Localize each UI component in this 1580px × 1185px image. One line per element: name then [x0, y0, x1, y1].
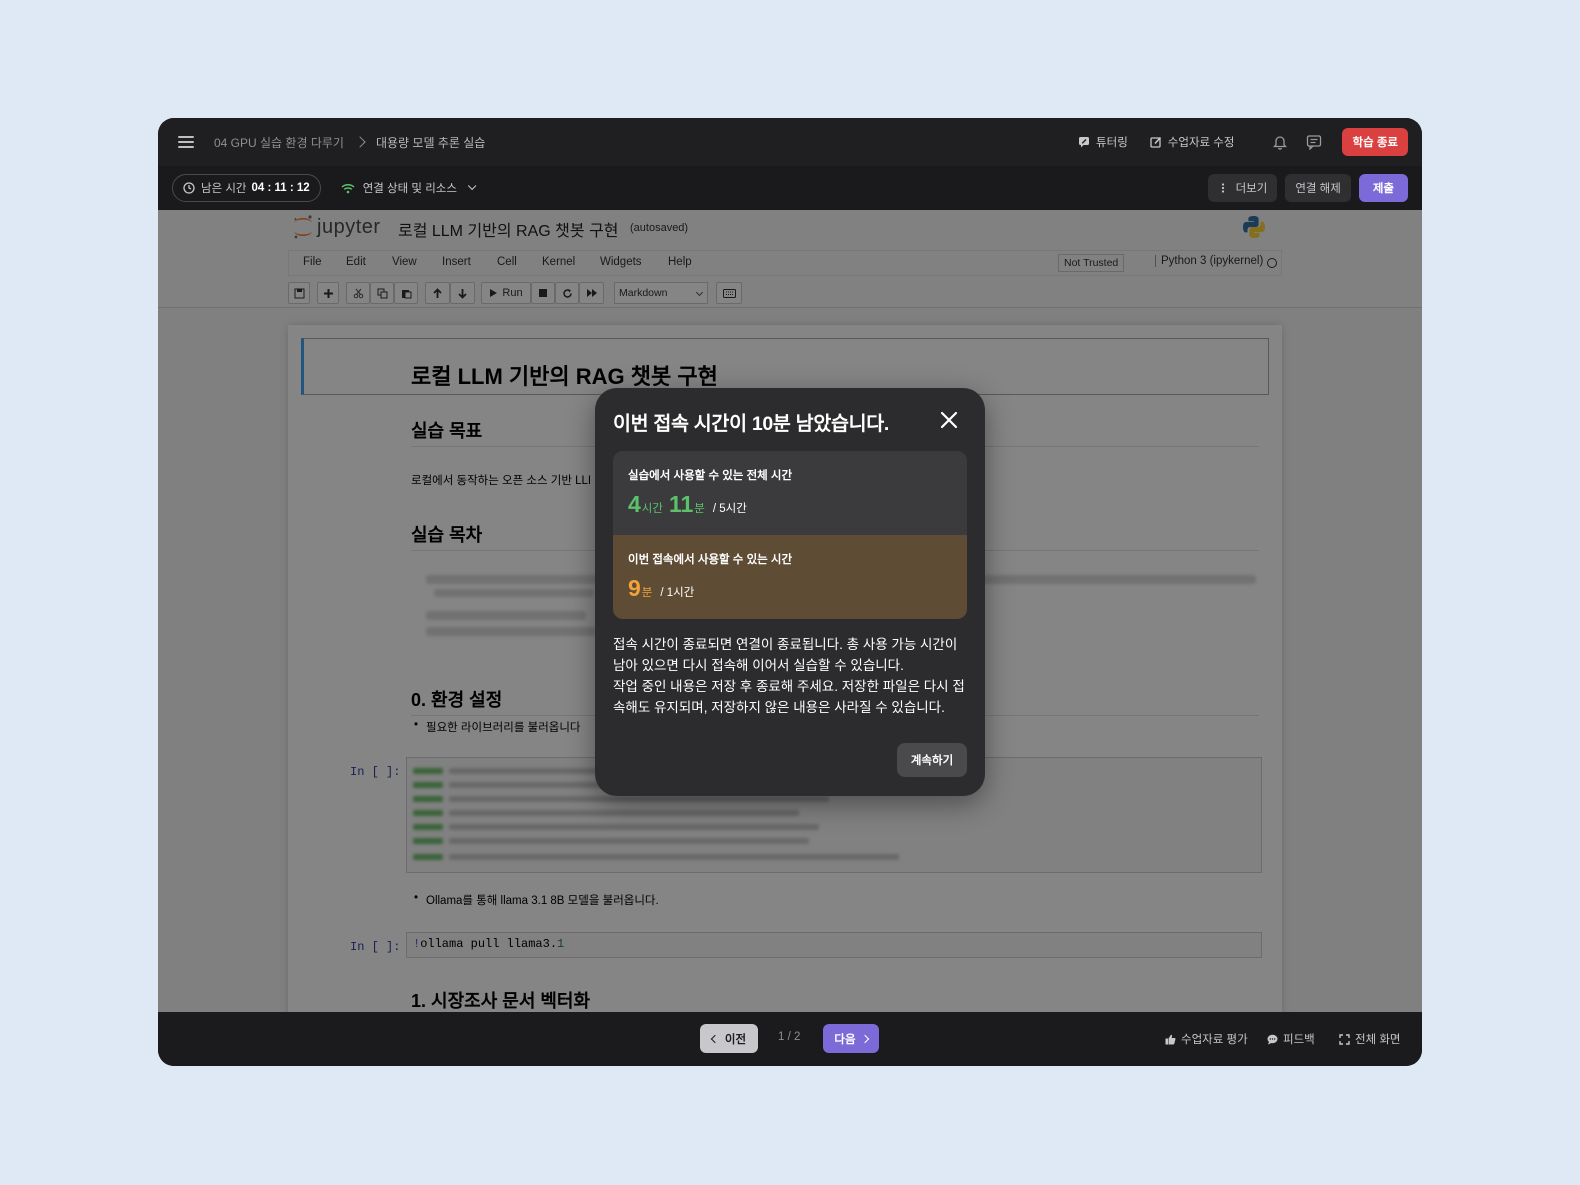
- fullscreen-icon: [1339, 1033, 1350, 1045]
- breadcrumb-lesson: 대용량 모델 추론 실습: [375, 135, 486, 150]
- more-vertical-icon: [1221, 183, 1224, 193]
- edit-material-label: 수업자료 수정: [1167, 137, 1235, 149]
- end-study-button[interactable]: 학습 종료: [1342, 128, 1408, 156]
- session-time-card: 이번 접속에서 사용할 수 있는 시간 9 분 / 1시간: [613, 535, 967, 619]
- minutes-unit: 분: [694, 503, 705, 515]
- session-time-label: 이번 접속에서 사용할 수 있는 시간: [628, 554, 793, 566]
- close-icon[interactable]: [939, 410, 959, 430]
- message-icon[interactable]: [1306, 134, 1322, 150]
- page-indicator: 1 / 2: [778, 1031, 801, 1043]
- total-time-card: 실습에서 사용할 수 있는 전체 시간 4 시간 11 분 / 5시간: [613, 451, 967, 535]
- connection-status-label: 연결 상태 및 리소스: [362, 183, 457, 195]
- session-time-value: 9 분 / 1시간: [628, 575, 694, 602]
- wifi-icon: [341, 183, 355, 193]
- disconnect-button[interactable]: 연결 해제: [1285, 174, 1351, 202]
- total-time-value: 4 시간 11 분 / 5시간: [628, 491, 747, 518]
- chat-edit-icon: [1079, 137, 1090, 148]
- bottom-bar: 이전 1 / 2 다음 수업자료 평가 피드백 전체 화면: [158, 1012, 1422, 1066]
- bell-icon[interactable]: [1272, 134, 1288, 150]
- chevron-right-icon: [860, 1034, 869, 1043]
- modal-message-2: 작업 중인 내용은 저장 후 종료해 주세요. 저장한 파일은 다시 접속해도 …: [613, 679, 965, 715]
- feedback-button[interactable]: 피드백: [1267, 1031, 1315, 1047]
- chevron-down-icon: [467, 181, 477, 191]
- breadcrumb-course[interactable]: 04 GPU 실습 환경 다루기: [214, 134, 344, 151]
- feedback-label: 피드백: [1283, 1034, 1315, 1046]
- continue-button[interactable]: 계속하기: [897, 743, 967, 777]
- fullscreen-button[interactable]: 전체 화면: [1339, 1031, 1401, 1047]
- speech-bubble-icon: [1267, 1034, 1278, 1044]
- modal-message: 접속 시간이 종료되면 연결이 종료됩니다. 총 사용 가능 시간이 남아 있으…: [613, 634, 971, 718]
- submit-button[interactable]: 제출: [1358, 174, 1408, 202]
- total-hours: 4: [628, 491, 641, 517]
- edit-icon: [1150, 136, 1161, 148]
- chevron-left-icon: [710, 1034, 720, 1043]
- hours-unit: 시간: [641, 503, 663, 515]
- fullscreen-label: 전체 화면: [1355, 1034, 1401, 1046]
- remaining-time-value: 04 : 11 : 12: [251, 182, 310, 194]
- connection-status-dropdown[interactable]: 연결 상태 및 리소스: [341, 180, 477, 196]
- previous-label: 이전: [724, 1033, 747, 1046]
- time-warning-modal: 이번 접속 시간이 10분 남았습니다. 실습에서 사용할 수 있는 전체 시간…: [595, 388, 985, 796]
- thumbs-up-icon: [1165, 1034, 1176, 1044]
- modal-title: 이번 접속 시간이 10분 남았습니다.: [613, 413, 889, 435]
- tutoring-label: 튜터링: [1096, 137, 1128, 149]
- minutes-unit: 분: [641, 587, 653, 599]
- session-bar: 남은 시간 04 : 11 : 12 연결 상태 및 리소스 더보기 연결 해제…: [158, 166, 1422, 210]
- top-bar: 04 GPU 실습 환경 다루기 대용량 모델 추론 실습 튜터링 수업자료 수…: [158, 118, 1422, 166]
- remaining-time-pill: 남은 시간 04 : 11 : 12: [172, 174, 321, 202]
- total-minutes: 11: [668, 491, 694, 517]
- rate-material-button[interactable]: 수업자료 평가: [1165, 1031, 1248, 1047]
- tutoring-button[interactable]: 튜터링: [1078, 134, 1128, 150]
- edit-material-button[interactable]: 수업자료 수정: [1150, 134, 1235, 150]
- next-button[interactable]: 다음: [823, 1024, 879, 1053]
- chevron-right-icon: [354, 136, 366, 148]
- more-button[interactable]: 더보기: [1207, 174, 1278, 202]
- total-limit: / 5시간: [712, 503, 747, 515]
- modal-message-1: 접속 시간이 종료되면 연결이 종료됩니다. 총 사용 가능 시간이 남아 있으…: [613, 637, 958, 673]
- previous-button[interactable]: 이전: [700, 1024, 758, 1053]
- session-limit: / 1시간: [660, 587, 695, 599]
- total-time-label: 실습에서 사용할 수 있는 전체 시간: [628, 470, 793, 482]
- session-minutes: 9: [628, 575, 641, 601]
- clock-icon: [183, 182, 195, 194]
- remaining-time-label: 남은 시간: [201, 183, 247, 195]
- more-label: 더보기: [1235, 183, 1268, 195]
- menu-icon[interactable]: [178, 136, 194, 148]
- rate-material-label: 수업자료 평가: [1181, 1034, 1248, 1046]
- next-label: 다음: [834, 1033, 856, 1046]
